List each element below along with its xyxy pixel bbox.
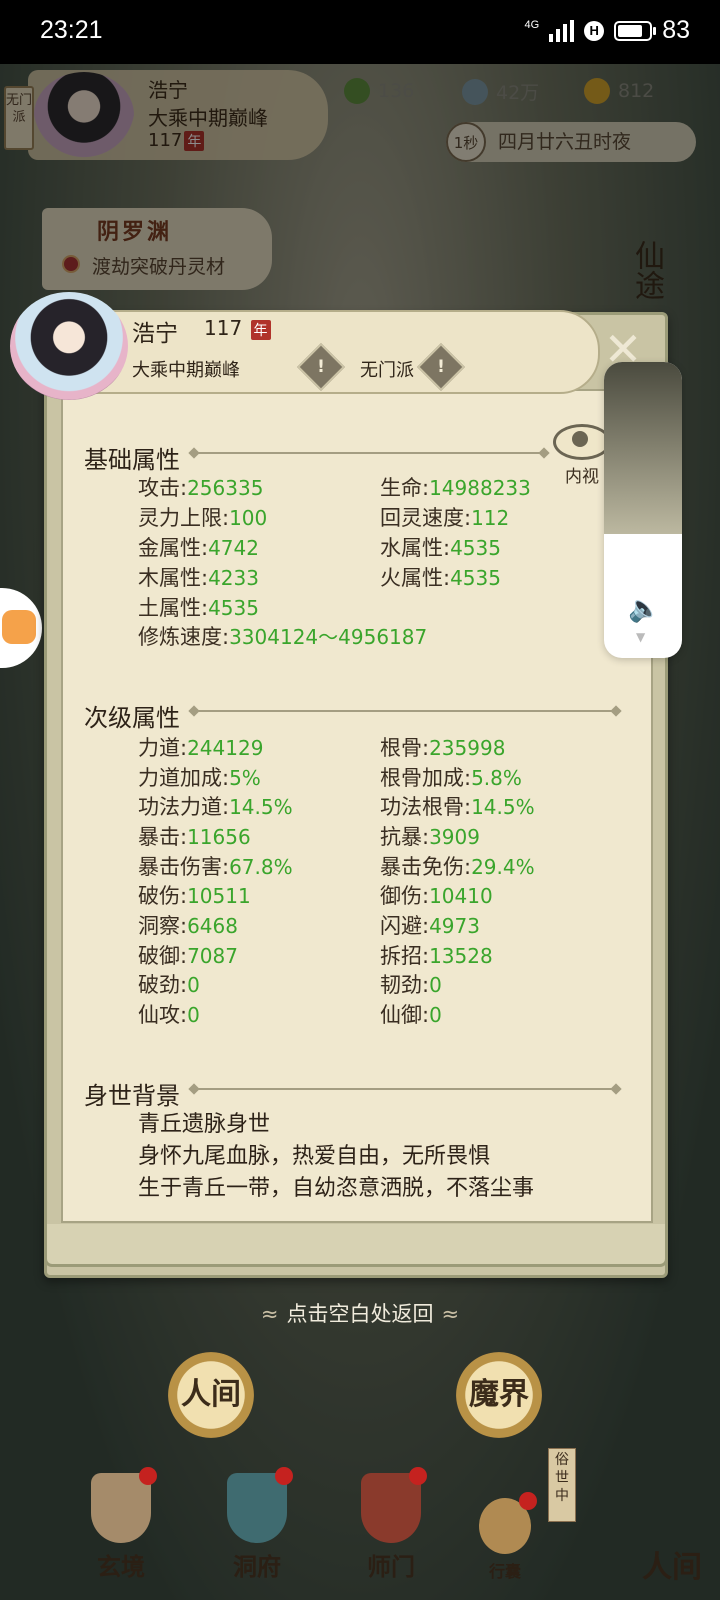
stat-strength: 力道:244129 [138,736,264,760]
clock: 23:21 [40,16,103,44]
neishi-label: 内视 [565,467,599,487]
stat-crit-damage: 暴击伤害:67.8% [138,855,293,879]
suishi-tag: 俗世中 [548,1448,576,1522]
panel-realm: 大乘中期巅峰 [132,360,240,381]
stat-earth: 土属性:4535 [138,596,259,620]
stat-wood: 木属性:4233 [138,566,259,590]
world-human-button[interactable]: 人间 [168,1352,254,1438]
nav-xingnang[interactable]: 行囊 [460,1492,550,1582]
battery-level: 83 [662,16,690,44]
stat-armor-break: 破御:7087 [138,944,238,968]
stat-crit-resist: 抗暴:3909 [380,825,480,849]
stat-constitution-bonus: 根骨加成:5.8% [380,766,522,790]
volume-slider[interactable]: 🔈 ▼ [604,362,682,658]
current-world-label[interactable]: 人间 [642,1542,702,1586]
stat-cultivation-speed: 修炼速度:3304124～4956187 [138,625,428,649]
network-type: 4G [524,18,540,31]
nav-shimen[interactable]: 师门 [346,1467,436,1582]
stat-constitution: 根骨:235998 [380,736,506,760]
status-bar: 23:21 4G H 83 [0,0,720,64]
stat-penetration: 破伤:10511 [138,884,251,908]
stat-mana-regen: 回灵速度:112 [380,506,510,530]
stat-metal: 金属性:4742 [138,536,259,560]
panel-bottom-rim [44,1224,668,1267]
chevron-down-icon[interactable]: ▼ [636,630,645,644]
background-line: 青丘遗脉身世 [138,1112,271,1137]
panel-avatar [10,292,128,400]
stat-immortal-attack: 仙攻:0 [138,1003,200,1027]
stat-fire: 火属性:4535 [380,566,501,590]
stat-damage-resist: 御伤:10410 [380,884,493,908]
section-divider [196,710,614,712]
panel-sect: 无门派 [360,360,414,381]
stat-hp: 生命:14988233 [380,476,531,500]
stat-toughness: 韧劲:0 [380,973,442,997]
background-scroll[interactable]: 青丘遗脉身世 身怀九尾血脉，热爱自由，无所畏惧 生于青丘一带，自幼恣意洒脱，不落… [70,1100,630,1216]
neishi-button[interactable]: 内视 [553,424,611,488]
notification-dot [409,1467,427,1485]
notification-dot [275,1467,293,1485]
stat-mana-cap: 灵力上限:100 [138,506,268,530]
battery-icon [614,20,657,41]
notification-dot [139,1467,157,1485]
back-hint[interactable]: 点击空白处返回 [230,1298,490,1328]
stat-parry: 拆招:13528 [380,944,493,968]
background-line: 生于青丘一带，自幼恣意洒脱，不落尘事 [138,1176,535,1201]
stat-insight: 洞察:6468 [138,914,238,938]
background-line: 身怀九尾血脉，热爱自由，无所畏惧 [138,1144,491,1169]
hd-icon: H [584,20,605,41]
stat-skill-strength: 功法力道:14.5% [138,795,293,819]
status-icons: 4G H 83 [525,16,691,45]
section-divider [196,1088,614,1090]
stat-dodge: 闪避:4973 [380,914,480,938]
nav-xuanjing[interactable]: 玄境 [76,1467,166,1582]
eye-icon [553,424,611,460]
section-divider [196,452,542,454]
panel-name: 浩宁 [132,321,178,347]
world-demon-button[interactable]: 魔界 [456,1352,542,1438]
nav-dongfu[interactable]: 洞府 [212,1467,302,1582]
notification-dot [519,1492,537,1510]
basic-attributes-title: 基础属性 [84,446,180,474]
signal-icon [549,19,575,42]
stat-skill-constitution: 功法根骨:14.5% [380,795,535,819]
volume-track [604,362,682,534]
stat-crit-damage-reduction: 暴击免伤:29.4% [380,855,535,879]
secondary-attributes-title: 次级属性 [84,704,180,732]
bottom-nav: 玄境 洞府 师门 行囊 人间 [0,1450,720,1600]
stat-water: 水属性:4535 [380,536,501,560]
stat-immortal-defense: 仙御:0 [380,1003,442,1027]
stat-strength-bonus: 力道加成:5% [138,766,261,790]
speaker-icon: 🔈 [628,594,661,624]
stat-crit: 暴击:11656 [138,825,251,849]
panel-age: 117 年 [204,316,271,340]
stat-force-break: 破劲:0 [138,973,200,997]
stat-attack: 攻击:256335 [138,476,264,500]
gamepad-icon [2,610,36,644]
